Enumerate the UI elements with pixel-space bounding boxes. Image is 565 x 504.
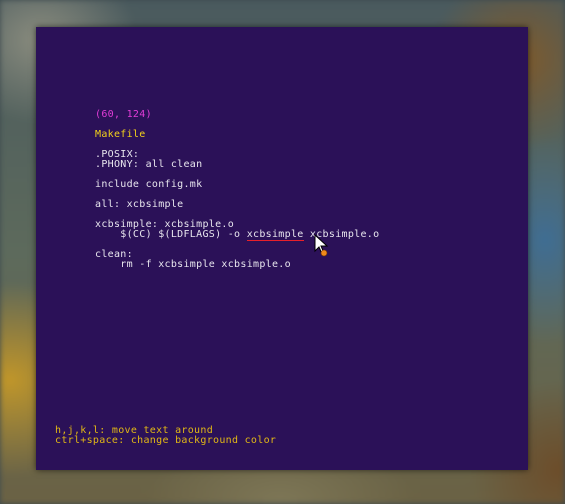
rule-prefix: $(CC) $(LDFLAGS) -o: [95, 229, 247, 240]
mouse-pointer-icon: [314, 234, 329, 257]
cursor-coordinates: (60, 124): [95, 109, 152, 120]
code-line-all: all: xcbsimple: [95, 199, 184, 210]
code-line-rule: $(CC) $(LDFLAGS) -o xcbsimple xcbsimple.…: [95, 229, 379, 241]
code-line-include: include config.mk: [95, 179, 203, 190]
code-line-phony: .PHONY: all clean: [95, 159, 203, 170]
code-line-clean-cmd: rm -f xcbsimple xcbsimple.o: [95, 259, 291, 270]
hovered-word[interactable]: xcbsimple: [246, 229, 304, 241]
hint-change-color: ctrl+space: change background color: [55, 435, 277, 446]
file-name: Makefile: [95, 129, 146, 140]
terminal-window[interactable]: (60, 124) Makefile .POSIX: .PHONY: all c…: [36, 27, 528, 470]
